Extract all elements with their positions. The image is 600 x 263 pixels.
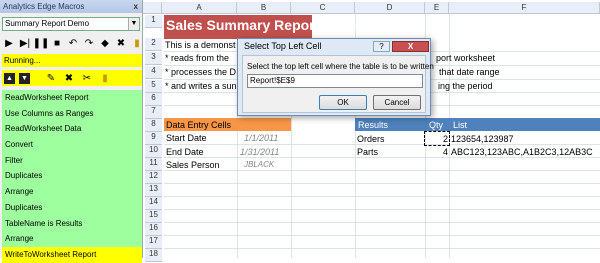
column-header[interactable]: D (355, 2, 425, 14)
row-header[interactable]: 8 (145, 119, 162, 132)
macro-panel: Analytics Edge Macros x Summary Report D… (0, 0, 144, 263)
end-date-value[interactable]: 1/31/2011 (240, 147, 279, 157)
list-item-selected[interactable]: WriteToWorksheet Report (2, 246, 142, 263)
ok-button[interactable]: OK (319, 95, 367, 110)
list-item[interactable]: Arrange (2, 184, 142, 200)
list-item[interactable]: Convert (2, 137, 142, 153)
delete-icon[interactable]: ✖ (62, 71, 76, 85)
column-header[interactable]: E (425, 2, 449, 14)
list-item[interactable]: TableName is Results (2, 215, 142, 232)
cell-text: * processes the D (165, 67, 237, 77)
row-header[interactable]: 4 (145, 66, 162, 79)
cell-text: * and writes a sun (165, 81, 237, 91)
parts-label: Parts (357, 147, 379, 157)
cancel-button[interactable]: Cancel (373, 95, 421, 110)
close-icon[interactable]: X (392, 41, 429, 52)
paste-icon[interactable]: ▮ (98, 71, 112, 85)
list-item[interactable]: ReadWorksheet Report (2, 90, 142, 106)
step-icon[interactable]: ▶| (18, 36, 32, 50)
copy-icon[interactable]: ▮ (130, 36, 144, 50)
row-header[interactable]: 7 (145, 106, 162, 119)
column-header[interactable]: A (162, 2, 237, 14)
qty-header: Qty (429, 120, 444, 130)
column-header[interactable]: C (291, 2, 355, 14)
list-item[interactable]: Use Columns as Ranges (2, 105, 142, 122)
column-header[interactable]: F (449, 2, 600, 14)
macro-select[interactable]: Summary Report Demo ▼ (2, 17, 140, 31)
dialog-body: Select the top left cell where the table… (242, 55, 434, 113)
row-header[interactable]: 11 (145, 158, 162, 171)
sales-person-value[interactable]: JBLACK (244, 160, 274, 169)
sheet-title: Sales Summary Report Example (166, 17, 381, 33)
end-date-label: End Date (166, 147, 204, 157)
step-list: ReadWorksheet Report Use Columns as Rang… (2, 90, 142, 263)
dialog-prompt: Select the top left cell where the table… (247, 62, 434, 71)
row-header[interactable]: 1 (145, 15, 162, 28)
run-icon[interactable]: ▶ (2, 36, 16, 50)
orders-list: 123654,123987 (451, 134, 514, 144)
sales-person-label: Sales Person (166, 160, 220, 170)
help-icon[interactable]: ? (373, 41, 390, 52)
edit-icon[interactable]: ✎ (44, 71, 58, 85)
row-header[interactable]: 6 (145, 93, 162, 106)
panel-title: Analytics Edge Macros (3, 2, 85, 11)
selection-marquee (424, 131, 450, 146)
row-header[interactable]: 13 (145, 184, 162, 197)
macro-select-value: Summary Report Demo (5, 19, 90, 28)
list-item[interactable]: Filter (2, 152, 142, 169)
cell-reference-input[interactable]: Report!$E$9 (247, 74, 423, 88)
panel-close-icon[interactable]: x (134, 0, 138, 13)
row-header[interactable]: 3 (145, 52, 162, 65)
row-header[interactable]: 15 (145, 210, 162, 223)
cell-text: ing the period (438, 81, 493, 91)
list-item[interactable]: Duplicates (2, 199, 142, 216)
start-date-value[interactable]: 1/1/2011 (244, 133, 278, 143)
row-header[interactable]: 14 (145, 197, 162, 210)
row-header[interactable]: 17 (145, 236, 162, 249)
list-item[interactable]: ReadWorksheet Data (2, 121, 142, 138)
panel-title-bar: Analytics Edge Macros x (0, 0, 142, 13)
row-header[interactable]: 18 (145, 249, 162, 262)
parts-list: ABC123,123ABC,A1B2C3,12AB3C (451, 147, 593, 157)
orders-label: Orders (357, 134, 385, 144)
select-cell-dialog: Select Top Left Cell ? X Select the top … (237, 38, 434, 116)
running-status: Running... (2, 54, 142, 67)
list-item[interactable]: Arrange (2, 231, 142, 247)
cell-text: port worksheet (436, 53, 496, 63)
move-down-icon[interactable]: ▼ (19, 72, 30, 84)
select-all[interactable] (143, 2, 162, 14)
cell-text: that date range (439, 67, 500, 77)
step-toolbar: ▲ ▼ ✎ ✖ ✂ ▮ (2, 70, 142, 86)
redo-icon[interactable]: ↷ (82, 36, 96, 50)
run-toolbar: ▶ ▶| ❚❚ ■ ↶ ↷ ◆ ✖ ▮ (2, 36, 144, 50)
column-header[interactable]: B (237, 2, 291, 14)
row-header[interactable]: 16 (145, 223, 162, 236)
list-header: List (453, 120, 468, 130)
parts-qty: 4 (443, 147, 449, 157)
start-date-label: Start Date (166, 133, 207, 143)
cell-text: This is a demonst (165, 40, 236, 50)
cut-icon[interactable]: ✂ (80, 71, 94, 85)
chevron-down-icon[interactable]: ▼ (128, 18, 139, 30)
row-header[interactable]: 5 (145, 80, 162, 93)
undo-icon[interactable]: ↶ (66, 36, 80, 50)
stop-icon[interactable]: ■ (50, 36, 64, 50)
row-header[interactable]: 9 (145, 132, 162, 145)
row-header[interactable]: 10 (145, 145, 162, 158)
cell-text: * reads from the (165, 53, 230, 63)
tag-icon[interactable]: ◆ (98, 36, 112, 50)
move-up-icon[interactable]: ▲ (4, 72, 15, 84)
pause-icon[interactable]: ❚❚ (33, 36, 50, 50)
row-header[interactable]: 2 (145, 38, 162, 51)
results-header: Results (358, 120, 389, 130)
row-header[interactable]: 12 (145, 171, 162, 184)
close-icon[interactable]: ✖ (114, 36, 128, 50)
list-item[interactable]: Duplicates (2, 168, 142, 185)
data-entry-header: Data Entry Cells (166, 120, 232, 130)
results-header-bg (355, 118, 600, 131)
